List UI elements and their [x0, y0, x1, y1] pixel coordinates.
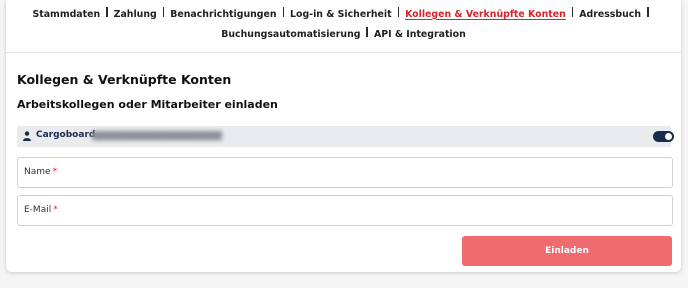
nav-tab-kollegen[interactable]: Kollegen & Verknüpfte Konten [405, 9, 566, 20]
name-input[interactable] [18, 158, 672, 187]
toggle-knob [665, 133, 672, 140]
email-input[interactable] [18, 196, 672, 225]
nav-tab-buchungsautomatisierung[interactable]: Buchungsautomatisierung [221, 29, 360, 40]
user-icon [23, 131, 31, 141]
account-toggle[interactable] [653, 131, 674, 142]
linked-account-name: Cargoboard [36, 130, 96, 140]
nav-separator [647, 7, 649, 17]
email-field[interactable]: E-Mail * [17, 195, 673, 226]
nav-separator [366, 27, 368, 37]
nav-separator [106, 7, 108, 17]
nav-tab-benachrichtigungen[interactable]: Benachrichtigungen [170, 9, 276, 20]
section-subtitle: Arbeitskollegen oder Mitarbeiter einlade… [17, 98, 278, 111]
linked-account-email-redacted: ████████████████████████ [92, 131, 222, 141]
settings-card: Stammdaten Zahlung Benachrichtigungen Lo… [6, 0, 681, 272]
nav-separator [397, 7, 400, 17]
nav-tab-login-sicherheit[interactable]: Log-in & Sicherheit [290, 9, 392, 20]
settings-nav: Stammdaten Zahlung Benachrichtigungen Lo… [6, 0, 681, 53]
nav-tab-adressbuch[interactable]: Adressbuch [579, 9, 641, 20]
nav-row-1: Stammdaten Zahlung Benachrichtigungen Lo… [6, 6, 681, 22]
nav-tab-api-integration[interactable]: API & Integration [374, 29, 466, 40]
name-field[interactable]: Name * [17, 157, 673, 188]
nav-separator [282, 7, 285, 17]
linked-account-row: Cargoboard ████████████████████████ [17, 126, 674, 147]
nav-separator [162, 7, 165, 17]
invite-button[interactable]: Einladen [462, 236, 672, 266]
page-title: Kollegen & Verknüpfte Konten [17, 72, 232, 87]
nav-tab-stammdaten[interactable]: Stammdaten [33, 9, 101, 20]
nav-tab-zahlung[interactable]: Zahlung [114, 9, 157, 20]
nav-row-2: Buchungsautomatisierung API & Integratio… [6, 26, 681, 42]
nav-separator [571, 7, 574, 17]
